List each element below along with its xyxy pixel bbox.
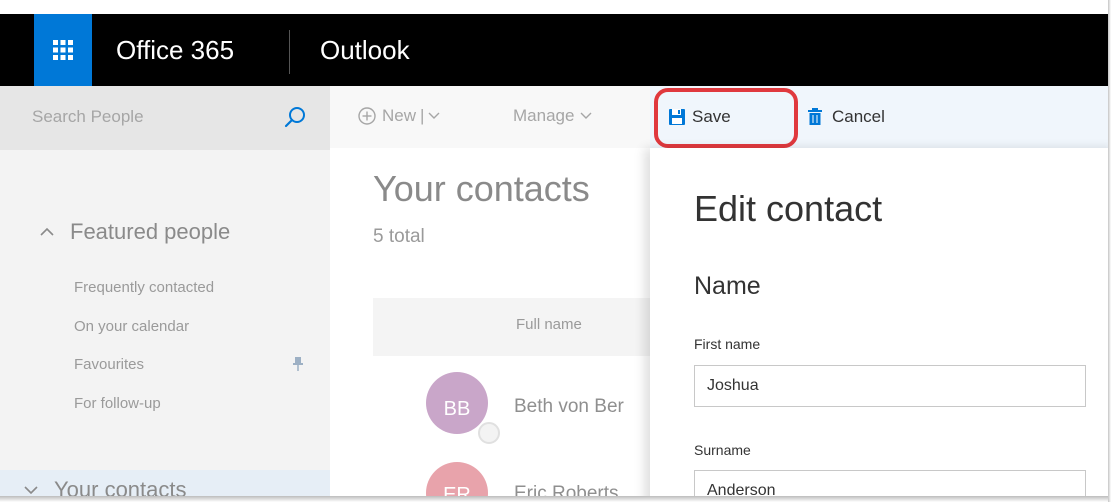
contacts-count: 5 total	[373, 226, 425, 247]
add-icon	[358, 107, 376, 125]
nav-favourites[interactable]: Favourites	[74, 353, 144, 377]
save-highlight	[654, 88, 798, 148]
app-title[interactable]: Outlook	[320, 14, 410, 86]
nav-your-contacts[interactable]: Your contacts	[0, 470, 330, 496]
your-contacts-header: Your contacts	[24, 470, 187, 496]
your-contacts-label: Your contacts	[54, 477, 187, 496]
app-launcher-icon	[52, 39, 74, 61]
pin-icon[interactable]	[292, 356, 304, 377]
new-label: New	[382, 106, 417, 125]
surname-field[interactable]	[694, 470, 1086, 496]
window-shadow-bottom	[0, 496, 1111, 502]
chevron-up-icon	[40, 227, 56, 237]
avatar-initials: BB	[443, 397, 471, 420]
contacts-title: Your contacts	[373, 168, 590, 209]
column-header-full-name: Full name	[516, 316, 582, 333]
cancel-button[interactable]: Cancel	[808, 97, 885, 137]
cancel-label: Cancel	[832, 107, 885, 126]
presence-icon	[478, 422, 500, 444]
search-input[interactable]	[32, 100, 262, 134]
avatar-initials: ER	[443, 483, 471, 497]
first-name-label: First name	[694, 336, 761, 352]
new-separator: |	[420, 106, 425, 125]
panel-title: Edit contact	[694, 188, 883, 229]
search-icon[interactable]	[284, 106, 306, 133]
new-button[interactable]: New |	[358, 106, 440, 126]
manage-button[interactable]: Manage	[513, 106, 592, 126]
edit-contact-panel: Edit contact Name First name Surname	[650, 148, 1108, 496]
outlook-window: Office 365 Outlook Featured people Frequ…	[0, 0, 1108, 496]
first-name-field[interactable]	[694, 365, 1086, 407]
avatar: ER	[426, 462, 488, 496]
name-section-heading: Name	[694, 272, 761, 300]
featured-people-label: Featured people	[70, 219, 231, 244]
avatar: BB	[426, 372, 488, 434]
manage-label: Manage	[513, 106, 575, 125]
contact-name: Beth von Ber	[514, 396, 624, 417]
chevron-down-icon	[24, 485, 40, 495]
sidebar: Featured people Frequently contacted On …	[0, 86, 330, 496]
app-launcher-button[interactable]	[34, 14, 92, 86]
nav-frequently-contacted[interactable]: Frequently contacted	[74, 276, 214, 300]
search-box	[0, 86, 330, 150]
trash-icon	[808, 108, 822, 126]
column-header[interactable]: Full name	[373, 298, 663, 356]
contact-name: Eric Roberts	[514, 483, 619, 496]
nav-for-follow-up[interactable]: For follow-up	[74, 392, 161, 416]
brand-title[interactable]: Office 365	[116, 14, 234, 86]
surname-label: Surname	[694, 442, 751, 458]
header-divider	[289, 30, 290, 74]
chevron-down-icon[interactable]	[428, 112, 440, 120]
nav-on-your-calendar[interactable]: On your calendar	[74, 315, 189, 339]
featured-people-header[interactable]: Featured people	[40, 212, 230, 252]
chevron-down-icon	[580, 112, 592, 120]
